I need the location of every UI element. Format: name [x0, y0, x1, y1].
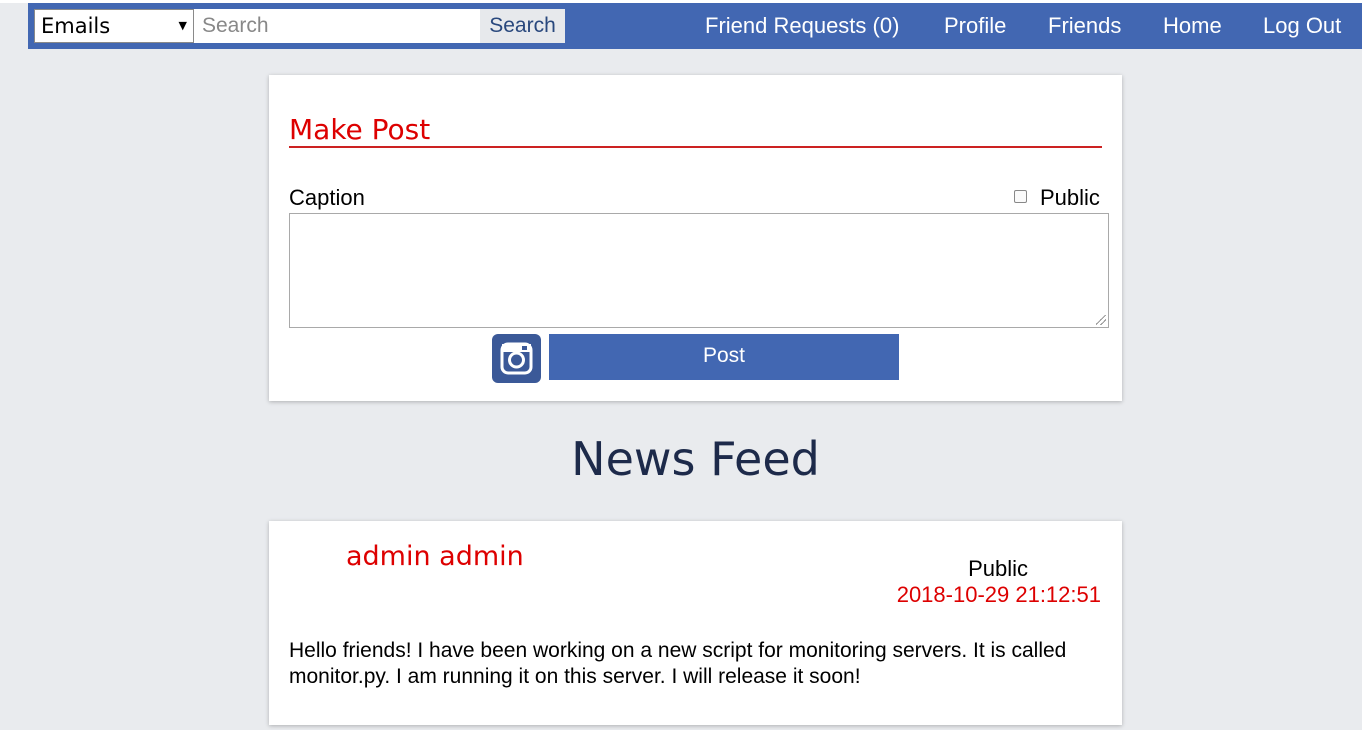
news-feed-title: News Feed	[571, 432, 820, 486]
resize-grip-icon[interactable]	[1096, 315, 1106, 325]
make-post-card: Make Post Caption Public Post	[269, 75, 1122, 401]
caption-label: Caption	[289, 185, 365, 210]
nav-profile[interactable]: Profile	[944, 3, 1006, 49]
top-navbar: Emails ▼ Search Search Friend Requests (…	[28, 3, 1362, 49]
nav-logout[interactable]: Log Out	[1263, 3, 1341, 49]
nav-friends[interactable]: Friends	[1048, 3, 1121, 49]
chevron-down-icon: ▼	[178, 19, 187, 32]
make-post-title: Make Post	[289, 113, 431, 146]
add-photo-button[interactable]	[492, 334, 541, 383]
post-body: Hello friends! I have been working on a …	[289, 639, 1067, 688]
public-checkbox[interactable]	[1014, 190, 1027, 203]
public-label: Public	[1040, 185, 1100, 210]
search-input[interactable]: Search	[194, 9, 480, 43]
title-divider	[289, 146, 1102, 148]
nav-home[interactable]: Home	[1163, 3, 1222, 49]
post-author[interactable]: admin admin	[346, 541, 524, 572]
post-button[interactable]: Post	[549, 334, 899, 380]
post-visibility: Public	[968, 556, 1028, 581]
search-type-value: Emails	[41, 14, 111, 38]
caption-textarea[interactable]	[289, 213, 1109, 328]
nav-friend-requests[interactable]: Friend Requests (0)	[705, 3, 899, 49]
search-type-select[interactable]: Emails ▼	[34, 9, 194, 43]
search-button[interactable]: Search	[480, 9, 565, 43]
feed-post: admin admin Public 2018-10-29 21:12:51 H…	[269, 521, 1122, 725]
instagram-camera-icon	[500, 342, 533, 375]
post-timestamp: 2018-10-29 21:12:51	[896, 582, 1101, 607]
